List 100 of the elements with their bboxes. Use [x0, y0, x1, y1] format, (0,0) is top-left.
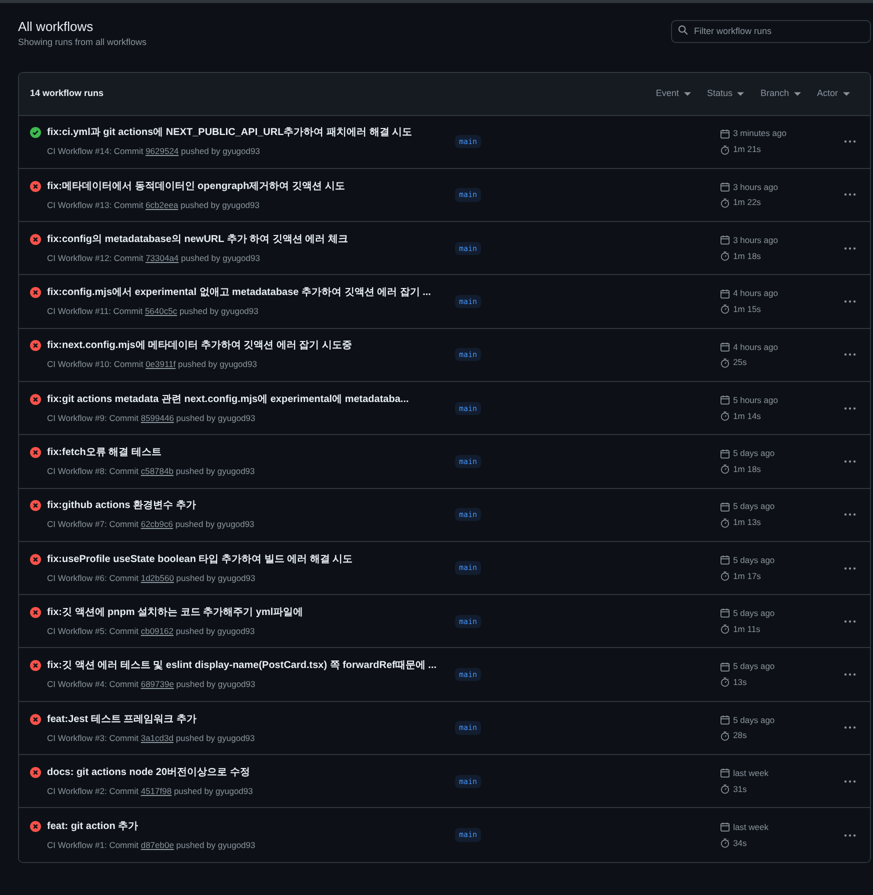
commit-link[interactable]: cb09162	[140, 626, 174, 636]
calendar-icon	[720, 555, 730, 566]
run-time: 4 hours ago	[733, 287, 778, 300]
run-time: last week	[733, 820, 768, 834]
stopwatch-icon	[720, 570, 730, 581]
commit-link[interactable]: 1d2b560	[140, 572, 174, 583]
stopwatch-icon	[720, 464, 730, 474]
run-time: 5 days ago	[733, 447, 775, 460]
run-meta: CI Workflow #3: Commit 3a1cd3d pushed by gyugod93	[46, 732, 256, 744]
run-title[interactable]: fix:ci.yml과 git actions에 NEXT_PUBLIC_API_URL추가하여 패치에러 해결 시도	[47, 125, 412, 140]
stopwatch-icon	[720, 251, 730, 262]
run-meta: CI Workflow #14: Commit 9629524 pushed by gyugod93	[46, 145, 261, 158]
commit-link[interactable]: 62cb9c6	[140, 519, 173, 530]
commit-link[interactable]: 8599446	[140, 412, 174, 423]
ellipsis-icon	[844, 673, 856, 676]
stopwatch-icon	[720, 518, 730, 528]
run-time: 5 hours ago	[733, 394, 778, 407]
ellipsis-icon	[844, 406, 856, 410]
run-title[interactable]: fix:next.config.mjs에 메타데이터 추가하여 깃액션 에러 잡기 시도중	[47, 338, 352, 354]
ellipsis-icon	[844, 140, 856, 144]
ellipsis-icon	[844, 834, 856, 836]
run-meta: CI Workflow #11: Commit 5640c5c pushed by gyugod93	[46, 305, 260, 318]
commit-link[interactable]: 6cb2eea	[146, 200, 178, 210]
calendar-icon	[720, 182, 730, 192]
stopwatch-icon	[720, 784, 730, 794]
run-title[interactable]: feat:Jest 테스트 프레임워크 추가	[47, 712, 196, 727]
run-title[interactable]: fix:깃 액션 에러 테스트 및 eslint display-name(PostCard.tsx) 쪽 forwardRef때문에 ...	[47, 658, 436, 674]
filter-dropdown[interactable]: Actor	[816, 86, 850, 100]
stopwatch-icon	[720, 358, 730, 368]
run-title[interactable]: fix:github actions 환경변수 추가	[47, 498, 196, 514]
run-meta: CI Workflow #10: Commit 0e3911f pushed by gyugod93	[46, 358, 258, 372]
ellipsis-icon	[844, 566, 856, 570]
commit-link[interactable]: 5640c5c	[144, 306, 178, 316]
stopwatch-icon	[720, 730, 730, 741]
run-title[interactable]: feat: git action 추가	[47, 818, 138, 834]
run-title[interactable]: fix:깃 액션에 pnpm 설치하는 코드 추가해주기 yml파일에	[47, 604, 304, 620]
run-time: 3 minutes ago	[733, 127, 786, 140]
filter-dropdown[interactable]: Branch	[760, 86, 801, 100]
run-time: 3 hours ago	[733, 234, 778, 247]
commit-link[interactable]: c58784b	[140, 466, 174, 476]
calendar-icon	[720, 342, 730, 352]
ellipsis-icon	[844, 513, 856, 516]
run-duration: 25s	[733, 356, 747, 370]
commit-link[interactable]: 689739e	[140, 679, 174, 690]
caret-icon	[794, 92, 801, 96]
run-title[interactable]: fix:useProfile useState boolean 타입 추가하여 빌드 에러 해결 시도	[47, 552, 353, 567]
filter-dropdown[interactable]: Event	[656, 86, 691, 100]
stopwatch-icon	[720, 144, 730, 155]
calendar-icon	[720, 662, 730, 672]
run-time: last week	[733, 766, 768, 780]
commit-link[interactable]: 3a1cd3d	[140, 732, 174, 743]
run-title[interactable]: fix:메타데이터에서 동적데이터인 opengraph제거하여 깃액션 시도	[47, 178, 345, 194]
run-duration: 1m 22s	[733, 196, 761, 210]
calendar-icon	[720, 822, 730, 832]
run-duration: 1m 11s	[733, 622, 760, 636]
stopwatch-icon	[720, 304, 730, 314]
stopwatch-icon	[720, 198, 730, 208]
commit-link[interactable]: 0e3911f	[146, 359, 176, 370]
calendar-icon	[720, 608, 730, 618]
commit-link[interactable]: 73304a4	[146, 252, 179, 263]
run-duration: 1m 18s	[733, 250, 761, 262]
run-time: 5 days ago	[733, 554, 775, 567]
run-meta: CI Workflow #13: Commit 6cb2eea pushed by gyugod93	[46, 198, 260, 212]
run-duration: 1m 18s	[733, 462, 761, 476]
run-title[interactable]: fix:config.mjs에서 experimental 없애고 metadatabase 추가하여 깃액션 에러 잡기 ...	[47, 285, 431, 300]
run-time: 4 hours ago	[733, 340, 778, 354]
filter-dropdown[interactable]: Status	[706, 86, 744, 100]
ellipsis-icon	[844, 353, 856, 356]
calendar-icon	[720, 448, 730, 459]
run-duration: 1m 17s	[733, 570, 761, 582]
caret-icon	[684, 92, 691, 96]
run-meta: CI Workflow #1: Commit d87eb0e pushed by gyugod93	[46, 838, 256, 852]
run-time: 3 hours ago	[733, 180, 778, 194]
search-field[interactable]: Filter workflow runs	[671, 20, 871, 42]
run-title[interactable]: docs: git actions node 20버전이상으로 수정	[47, 764, 250, 780]
calendar-icon	[720, 715, 730, 726]
ellipsis-icon	[844, 300, 856, 304]
run-title[interactable]: fix:config의 metadatabase의 newURL 추가 하여 깃액션 에러 체크	[47, 232, 348, 247]
run-duration: 1m 13s	[733, 516, 761, 529]
run-time: 5 days ago	[733, 660, 775, 674]
run-duration: 1m 21s	[733, 143, 761, 156]
run-time: 5 days ago	[733, 607, 775, 620]
run-meta: CI Workflow #9: Commit 8599446 pushed by gyugod93	[46, 412, 256, 424]
run-duration: 34s	[733, 836, 747, 850]
run-duration: 1m 15s	[733, 303, 761, 316]
runs-count: 14 workflow runs	[30, 86, 104, 100]
commit-link[interactable]: 9629524	[146, 146, 179, 156]
calendar-icon	[720, 768, 730, 778]
stopwatch-icon	[720, 677, 730, 688]
ellipsis-icon	[844, 780, 856, 783]
commit-link[interactable]: d87eb0e	[140, 840, 174, 850]
run-time: 5 days ago	[733, 500, 775, 514]
calendar-icon	[720, 235, 730, 246]
search-icon	[678, 24, 688, 34]
ellipsis-icon	[844, 193, 856, 196]
run-title[interactable]: fix:fetch오류 해결 테스트	[47, 445, 162, 460]
run-duration: 13s	[733, 676, 747, 689]
commit-link[interactable]: 4517f98	[140, 786, 172, 796]
run-title[interactable]: fix:git actions metadata 관련 next.config.mjs에 experimental에 metadataba...	[47, 392, 409, 407]
stopwatch-icon	[720, 838, 730, 848]
